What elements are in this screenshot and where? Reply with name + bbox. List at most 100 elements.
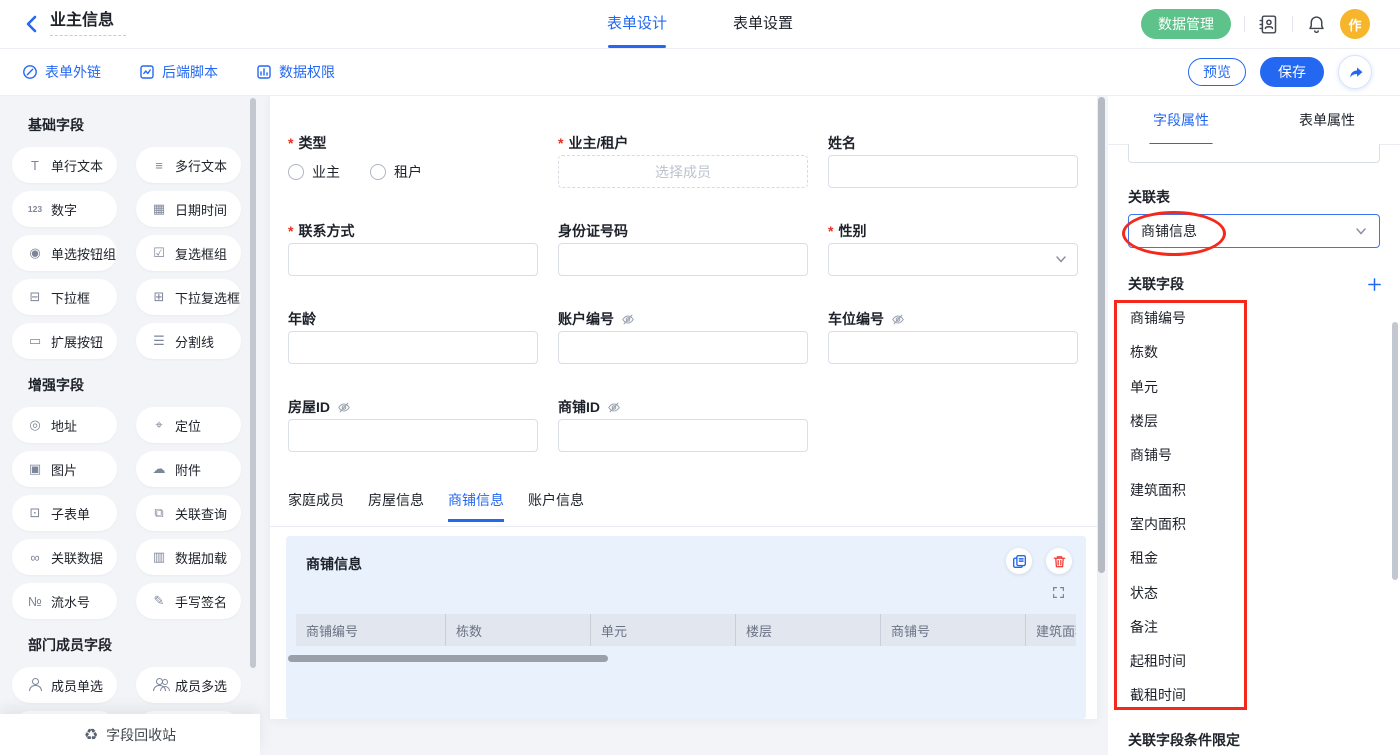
field-gender[interactable]: *性别 xyxy=(828,221,1078,276)
related-field-item[interactable]: 栋数 xyxy=(1130,335,1240,369)
external-link-label: 表单外链 xyxy=(45,62,101,82)
pill-label: 下拉框 xyxy=(51,288,90,307)
field-pill-member-single[interactable]: 成员单选 xyxy=(12,667,117,703)
tab-family-members[interactable]: 家庭成员 xyxy=(288,490,344,522)
parking-no-input[interactable] xyxy=(828,331,1078,364)
preview-button[interactable]: 预览 xyxy=(1188,58,1246,86)
related-field-item[interactable]: 截租时间 xyxy=(1130,678,1240,712)
canvas-scrollbar[interactable] xyxy=(1098,97,1105,573)
field-id-number[interactable]: 身份证号码 xyxy=(558,221,808,276)
back-button[interactable] xyxy=(22,14,40,34)
panel-scrollbar[interactable] xyxy=(1392,322,1398,580)
scrolled-input-partial[interactable] xyxy=(1128,144,1380,163)
radio-option-tenant[interactable]: 租户 xyxy=(370,162,422,182)
user-avatar[interactable]: 作 xyxy=(1340,9,1370,39)
save-button[interactable]: 保存 xyxy=(1260,57,1324,87)
field-pill-related-query[interactable]: ⧉关联查询 xyxy=(136,495,241,531)
expand-icon[interactable] xyxy=(1052,586,1065,599)
related-field-item[interactable]: 备注 xyxy=(1130,610,1240,644)
field-pill-related-data[interactable]: ∞关联数据 xyxy=(12,539,117,575)
field-recycle-bin[interactable]: ♻ 字段回收站 xyxy=(0,714,260,755)
field-pill-location[interactable]: ⌖定位 xyxy=(136,407,241,443)
related-field-item[interactable]: 商铺号 xyxy=(1130,438,1240,472)
field-account-no[interactable]: 账户编号 xyxy=(558,309,808,364)
related-field-item[interactable]: 室内面积 xyxy=(1130,507,1240,541)
share-button[interactable] xyxy=(1338,55,1372,89)
tab-form-settings[interactable]: 表单设置 xyxy=(733,0,793,48)
column-header[interactable]: 单元 xyxy=(591,614,736,646)
sidebar-scrollbar[interactable] xyxy=(250,98,256,668)
field-owner-tenant[interactable]: *业主/租户 选择成员 xyxy=(558,133,808,188)
radio-option-owner[interactable]: 业主 xyxy=(288,162,340,182)
data-manage-button[interactable]: 数据管理 xyxy=(1141,9,1231,39)
external-link-button[interactable]: 表单外链 xyxy=(22,62,101,82)
column-header[interactable]: 栋数 xyxy=(446,614,591,646)
pill-label: 复选框组 xyxy=(175,244,227,263)
field-pill-dropdown-multi[interactable]: ⊞下拉复选框 xyxy=(136,279,241,315)
field-pill-datetime[interactable]: ▦日期时间 xyxy=(136,191,241,227)
field-pill-number[interactable]: 123数字 xyxy=(12,191,117,227)
field-type[interactable]: *类型 业主 租户 xyxy=(288,133,538,188)
related-field-item[interactable]: 单元 xyxy=(1130,370,1240,404)
field-pill-divider[interactable]: ☰分割线 xyxy=(136,323,241,359)
contact-input[interactable] xyxy=(288,243,538,276)
related-field-item[interactable]: 状态 xyxy=(1130,575,1240,609)
field-pill-extend-button[interactable]: ▭扩展按钮 xyxy=(12,323,117,359)
add-related-field-button[interactable] xyxy=(1367,277,1382,292)
delete-button[interactable] xyxy=(1046,548,1072,574)
gender-select[interactable] xyxy=(828,243,1078,276)
field-contact[interactable]: *联系方式 xyxy=(288,221,538,276)
contacts-book-icon[interactable] xyxy=(1258,14,1279,35)
account-no-input[interactable] xyxy=(558,331,808,364)
age-input[interactable] xyxy=(288,331,538,364)
related-field-item[interactable]: 起租时间 xyxy=(1130,644,1240,678)
field-pill-serial-number[interactable]: №流水号 xyxy=(12,583,117,619)
column-header[interactable]: 建筑面积 xyxy=(1026,614,1076,646)
field-pill-multi-line-text[interactable]: ≡多行文本 xyxy=(136,147,241,183)
shop-id-input[interactable] xyxy=(558,419,808,452)
related-table-select[interactable]: 商铺信息 xyxy=(1128,214,1380,248)
field-parking-no[interactable]: 车位编号 xyxy=(828,309,1078,364)
copy-button[interactable] xyxy=(1006,548,1032,574)
field-name[interactable]: 姓名 xyxy=(828,133,1078,188)
field-pill-checkbox-group[interactable]: ☑复选框组 xyxy=(136,235,241,271)
tab-field-properties[interactable]: 字段属性 xyxy=(1108,95,1254,144)
field-pill-member-multi[interactable]: 成员多选 xyxy=(136,667,241,703)
field-pill-image[interactable]: ▣图片 xyxy=(12,451,117,487)
field-pill-radio-group[interactable]: ◉单选按钮组 xyxy=(12,235,117,271)
house-id-input[interactable] xyxy=(288,419,538,452)
notification-bell-icon[interactable] xyxy=(1306,14,1327,35)
field-pill-single-line-text[interactable]: T单行文本 xyxy=(12,147,117,183)
related-field-item[interactable]: 商铺编号 xyxy=(1130,301,1240,335)
backend-script-button[interactable]: 后端脚本 xyxy=(139,62,218,82)
tab-form-properties[interactable]: 表单属性 xyxy=(1254,95,1400,144)
field-pill-signature[interactable]: ✎手写签名 xyxy=(136,583,241,619)
field-pill-attachment[interactable]: ☁附件 xyxy=(136,451,241,487)
field-pill-dropdown[interactable]: ⊟下拉框 xyxy=(12,279,117,315)
toolbar-links: 表单外链 后端脚本 数据权限 xyxy=(22,49,335,95)
column-header[interactable]: 商铺号 xyxy=(881,614,1026,646)
field-pill-address[interactable]: ◎地址 xyxy=(12,407,117,443)
data-permission-button[interactable]: 数据权限 xyxy=(256,62,335,82)
column-header[interactable]: 楼层 xyxy=(736,614,881,646)
related-field-item[interactable]: 租金 xyxy=(1130,541,1240,575)
field-house-id[interactable]: 房屋ID xyxy=(288,397,538,452)
pill-label: 成员多选 xyxy=(175,676,227,695)
field-shop-id[interactable]: 商铺ID xyxy=(558,397,808,452)
tab-form-design[interactable]: 表单设计 xyxy=(607,0,667,48)
column-header[interactable]: 商铺编号 xyxy=(296,614,446,646)
pill-label: 日期时间 xyxy=(175,200,227,219)
tab-shop-info[interactable]: 商铺信息 xyxy=(448,490,504,522)
id-number-input[interactable] xyxy=(558,243,808,276)
shop-info-subform-panel[interactable]: 商铺信息 商铺编号 栋数 单元 楼层 xyxy=(286,536,1086,719)
tab-house-info[interactable]: 房屋信息 xyxy=(368,490,424,522)
subform-horizontal-scrollbar[interactable] xyxy=(288,655,608,662)
field-age[interactable]: 年龄 xyxy=(288,309,538,364)
related-field-item[interactable]: 建筑面积 xyxy=(1130,472,1240,506)
field-pill-subform[interactable]: ⊡子表单 xyxy=(12,495,117,531)
name-input[interactable] xyxy=(828,155,1078,188)
tab-account-info[interactable]: 账户信息 xyxy=(528,490,584,522)
member-picker[interactable]: 选择成员 xyxy=(558,155,808,188)
field-pill-data-load[interactable]: ▥数据加载 xyxy=(136,539,241,575)
related-field-item[interactable]: 楼层 xyxy=(1130,404,1240,438)
